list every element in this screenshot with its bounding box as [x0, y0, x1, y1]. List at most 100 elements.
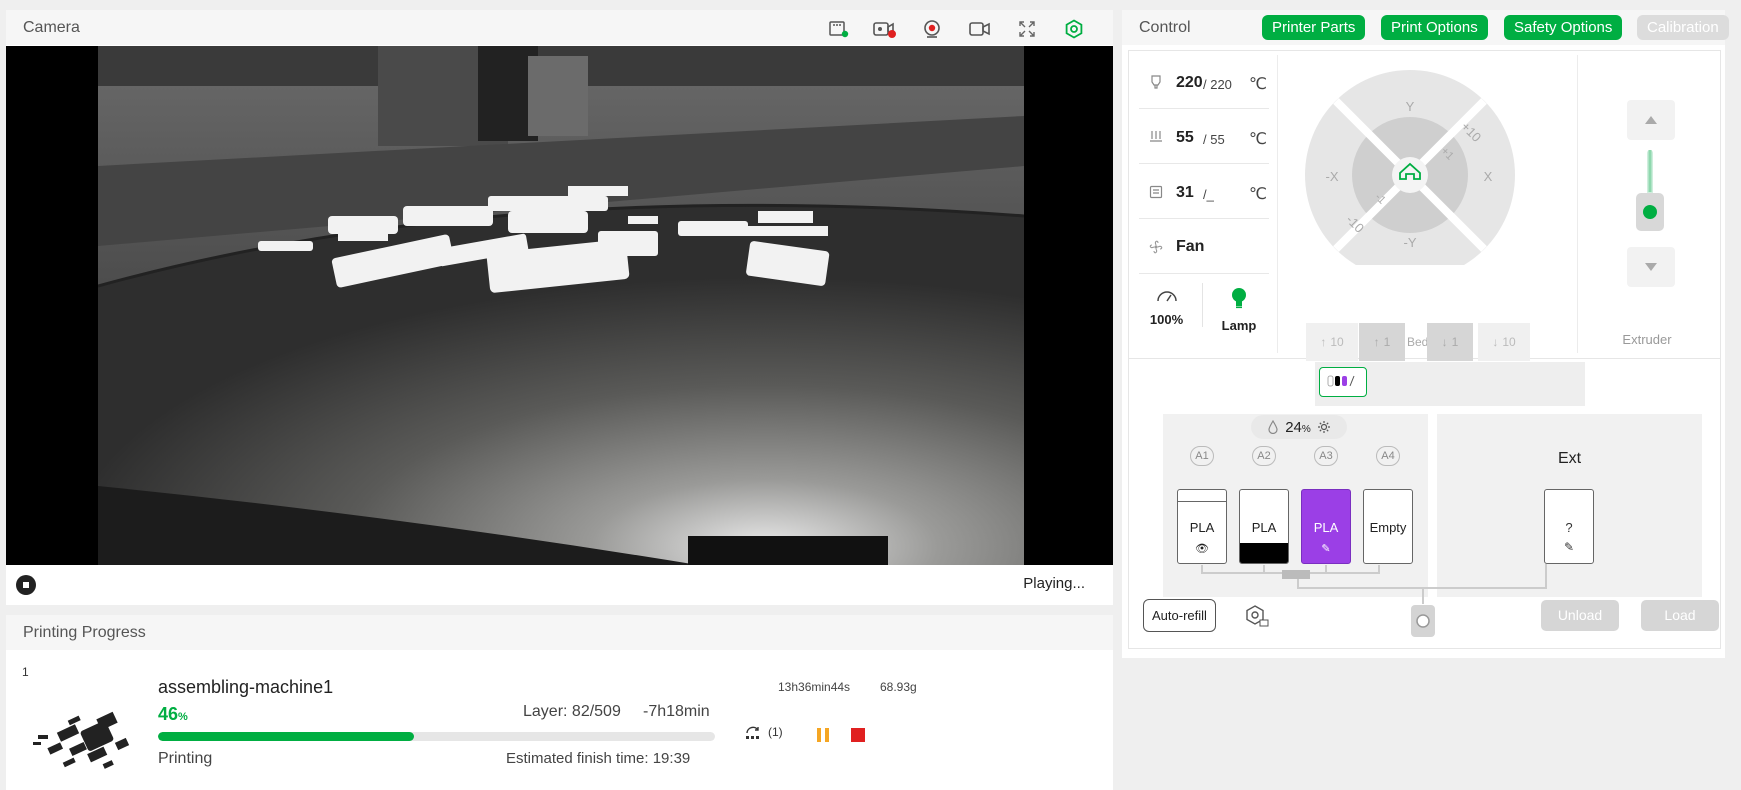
load-button[interactable]: Load: [1641, 600, 1719, 631]
ams-unit: 24% A1 A2 A3 A4 PLA 👁 PLA PLA ✎ Empty: [1163, 414, 1428, 597]
camera-header: Camera: [6, 10, 1113, 45]
humidity-number: 24: [1285, 418, 1302, 436]
tab-print-options[interactable]: Print Options: [1381, 15, 1488, 40]
fullscreen-icon[interactable]: [1014, 18, 1040, 40]
sun-icon: [1317, 421, 1330, 433]
ext-edit-icon: ✎: [1563, 540, 1575, 554]
lamp-icon: [1232, 288, 1246, 309]
hub-icon: [1411, 605, 1435, 637]
auto-refill-button[interactable]: Auto-refill: [1143, 599, 1216, 632]
column-divider-1: [1277, 55, 1278, 353]
ext-title: Ext: [1557, 450, 1582, 467]
speed-value: 100%: [1149, 312, 1184, 327]
fan-row[interactable]: Fan: [1139, 220, 1269, 274]
arrow-up-icon: ↑: [1373, 335, 1380, 349]
jog-neg-y-label: -Y: [1404, 235, 1417, 250]
humidity-indicator[interactable]: 24%: [1251, 415, 1347, 439]
nozzle-temp-row[interactable]: 220 / 220 ℃: [1139, 55, 1269, 109]
print-status: Printing: [158, 750, 213, 767]
jog-neg-x-label: -X: [1326, 169, 1339, 184]
slot-a3[interactable]: PLA ✎: [1301, 489, 1351, 564]
speed-gauge-icon: [1156, 291, 1177, 302]
nozzle-icon: [1151, 75, 1161, 89]
sd-card-icon[interactable]: [826, 18, 852, 40]
progress-percent-unit: %: [178, 711, 188, 723]
stream-status: Playing...: [1023, 575, 1085, 592]
bed-heat-icon: [1150, 131, 1162, 142]
slot-a4-label: A4: [1376, 446, 1400, 466]
layer-count: Layer: 82/509: [523, 703, 621, 720]
skip-count: (1): [768, 725, 783, 739]
humidity-icon: [1268, 420, 1278, 434]
record-video-icon[interactable]: [872, 18, 898, 40]
slot-a1-eye-icon: 👁: [1195, 543, 1209, 555]
bed-down-1-button[interactable]: ↓ 1: [1427, 323, 1473, 361]
control-panel: Control Printer Parts Print Options Safe…: [1122, 10, 1729, 658]
stop-print-button[interactable]: [851, 728, 865, 742]
slot-a4-material: Empty: [1369, 520, 1407, 535]
chamber-icon: [1149, 185, 1163, 199]
fan-label: Fan: [1176, 238, 1205, 255]
slot-a2-material: PLA: [1251, 520, 1277, 535]
bed-down-10-button[interactable]: ↓ 10: [1478, 323, 1530, 361]
bed-label: Bed: [1407, 335, 1429, 349]
tab-safety-options[interactable]: Safety Options: [1504, 15, 1623, 40]
print-speed-button[interactable]: 100%: [1139, 287, 1194, 327]
filament-weight: 68.93g: [880, 680, 917, 694]
humidity-unit: %: [1301, 423, 1311, 435]
control-header: Control Printer Parts Print Options Safe…: [1122, 10, 1729, 45]
extruder-down-button[interactable]: [1627, 247, 1675, 287]
unload-button[interactable]: Unload: [1541, 600, 1619, 631]
lamp-toggle[interactable]: Lamp: [1209, 287, 1269, 333]
camera-title: Camera: [23, 19, 80, 36]
skip-objects-icon: [746, 726, 759, 739]
tab-printer-parts[interactable]: Printer Parts: [1262, 15, 1366, 40]
chamber-temp-current: 31: [1176, 184, 1194, 201]
remaining-time: -7h18min: [643, 703, 710, 720]
printing-progress-panel: Printing Progress 1 assembling-machine1 …: [6, 615, 1113, 790]
ams-unit-tab[interactable]: [1319, 367, 1367, 397]
slot-a2[interactable]: PLA: [1239, 489, 1289, 564]
progress-title: Printing Progress: [23, 624, 146, 641]
progress-bar-fill: [158, 732, 415, 741]
jog-x-label: X: [1484, 169, 1493, 184]
skip-objects-button[interactable]: (1): [744, 725, 783, 739]
slot-a1-label: A1: [1190, 446, 1214, 466]
ams-tab-icon: [1327, 375, 1355, 387]
arrow-up-icon: ↑: [1320, 335, 1327, 349]
camera-image: [98, 46, 1024, 565]
model-thumbnail: [33, 711, 130, 769]
bed-down-10-label: 10: [1502, 335, 1516, 349]
slot-a3-edit-icon: ✎: [1321, 543, 1331, 555]
slot-a1[interactable]: PLA 👁: [1177, 489, 1227, 564]
arrow-down-icon: ↓: [1492, 335, 1499, 349]
camera-switch-icon[interactable]: [967, 18, 993, 40]
tab-calibration[interactable]: Calibration: [1637, 15, 1729, 40]
bed-temp-row[interactable]: 55 / 55 ℃: [1139, 110, 1269, 164]
slot-a4[interactable]: Empty: [1363, 489, 1413, 564]
ams-selector-bar: [1315, 362, 1585, 406]
triangle-up-icon: [1645, 116, 1657, 124]
extruder-label: Extruder: [1622, 332, 1672, 347]
home-button[interactable]: [1392, 157, 1428, 193]
camera-feed[interactable]: [6, 46, 1113, 565]
timelapse-icon[interactable]: [919, 18, 945, 40]
slot-a2-color: [1240, 543, 1288, 563]
chamber-temp-unit: ℃: [1249, 186, 1267, 203]
ext-material: ?: [1565, 520, 1573, 535]
extruder-up-button[interactable]: [1627, 100, 1675, 140]
stop-stream-button[interactable]: [16, 575, 36, 595]
settings-icon[interactable]: [1061, 18, 1087, 40]
jog-y-label: Y: [1406, 99, 1415, 114]
humidity-value: 24%: [1285, 419, 1311, 436]
chamber-temp-row[interactable]: 31 /_ ℃: [1139, 165, 1269, 219]
bed-up-10-button[interactable]: ↑ 10: [1306, 323, 1358, 361]
pause-button[interactable]: [816, 728, 830, 742]
control-title: Control: [1139, 19, 1191, 36]
bed-up-1-button[interactable]: ↑ 1: [1359, 323, 1405, 361]
ext-slot[interactable]: ? ✎: [1544, 489, 1594, 564]
ams-settings-icon[interactable]: [1244, 603, 1270, 629]
nozzle-temp-unit: ℃: [1249, 76, 1267, 93]
slot-a2-label: A2: [1252, 446, 1276, 466]
temperature-column: 220 / 220 ℃ 55 / 55 ℃ 31 /_ ℃ Fan 100% L…: [1139, 55, 1269, 353]
